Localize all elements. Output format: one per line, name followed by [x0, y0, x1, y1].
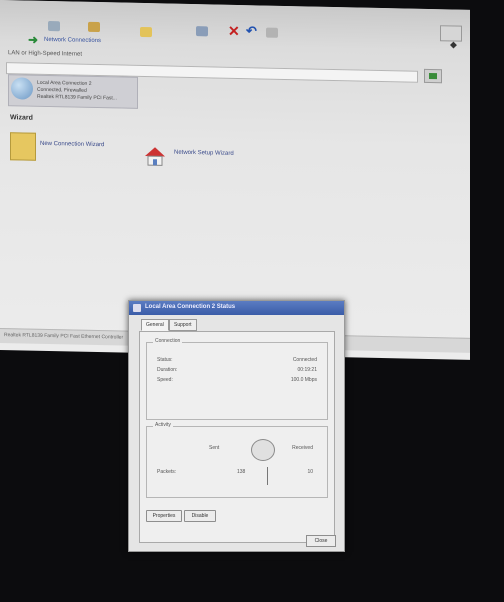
disable-button[interactable]: Disable	[184, 510, 216, 522]
windows-flag-icon: ◆	[450, 39, 457, 50]
speed-label: Speed:	[157, 377, 173, 383]
connection-group-label: Connection	[153, 338, 183, 344]
move-icon[interactable]	[196, 26, 208, 37]
wizard-header: Wizard	[10, 114, 33, 122]
delete-icon[interactable]: ✕	[228, 23, 240, 40]
dialog-title: Local Area Connection 2 Status	[145, 304, 236, 310]
packets-sent-value: 138	[237, 469, 246, 475]
go-arrow-icon	[429, 72, 437, 80]
duration-value: 00:19:21	[297, 367, 317, 373]
activity-group: Activity Sent Received Packets: 138 10	[146, 422, 328, 498]
close-button[interactable]: Close	[306, 535, 336, 547]
network-setup-wizard-label[interactable]: Network Setup Wizard	[174, 150, 234, 157]
network-setup-wizard-icon[interactable]	[144, 146, 166, 166]
connection-adapter: Realtek RTL8139 Family PCI Fast...	[37, 93, 117, 102]
new-connection-wizard-label[interactable]: New Connection Wizard	[40, 141, 104, 148]
received-label: Received	[292, 445, 313, 451]
dialog-icon	[133, 304, 141, 312]
back-icon[interactable]	[48, 21, 60, 32]
status-bar-text: Realtek RTL8139 Family PCI Fast Ethernet…	[4, 332, 124, 341]
go-button[interactable]	[424, 68, 442, 84]
section-header: LAN or High-Speed Internet	[8, 50, 83, 58]
activity-divider	[267, 467, 268, 485]
views-icon[interactable]	[266, 27, 278, 38]
general-panel: Connection Status: Connected Duration: 0…	[139, 331, 335, 543]
connection-status-dialog: Local Area Connection 2 Status General S…	[128, 300, 345, 552]
go-icon[interactable]: ➜	[28, 33, 40, 47]
network-connection-icon	[11, 77, 33, 100]
packets-received-value: 10	[307, 469, 313, 475]
new-connection-wizard-icon[interactable]	[10, 132, 36, 161]
forward-icon[interactable]	[88, 21, 100, 33]
undo-icon[interactable]: ↶	[246, 23, 257, 39]
status-value: Connected	[292, 357, 317, 363]
connection-group: Connection Status: Connected Duration: 0…	[146, 338, 328, 420]
dialog-title-bar[interactable]: Local Area Connection 2 Status	[129, 301, 344, 315]
properties-button[interactable]: Properties	[146, 510, 182, 522]
tab-support[interactable]: Support	[169, 319, 197, 331]
packets-label: Packets:	[157, 469, 177, 475]
duration-label: Duration:	[157, 367, 178, 373]
breadcrumb: Network Connections	[44, 36, 102, 45]
status-label: Status:	[157, 357, 173, 363]
sent-label: Sent	[209, 445, 220, 451]
speed-value: 100.0 Mbps	[290, 377, 317, 383]
activity-group-label: Activity	[153, 422, 173, 428]
folders-icon[interactable]	[140, 26, 152, 38]
connection-item[interactable]: Local Area Connection 2 Connected, Firew…	[8, 74, 138, 109]
network-activity-icon	[251, 439, 275, 461]
tab-general[interactable]: General	[141, 319, 169, 331]
